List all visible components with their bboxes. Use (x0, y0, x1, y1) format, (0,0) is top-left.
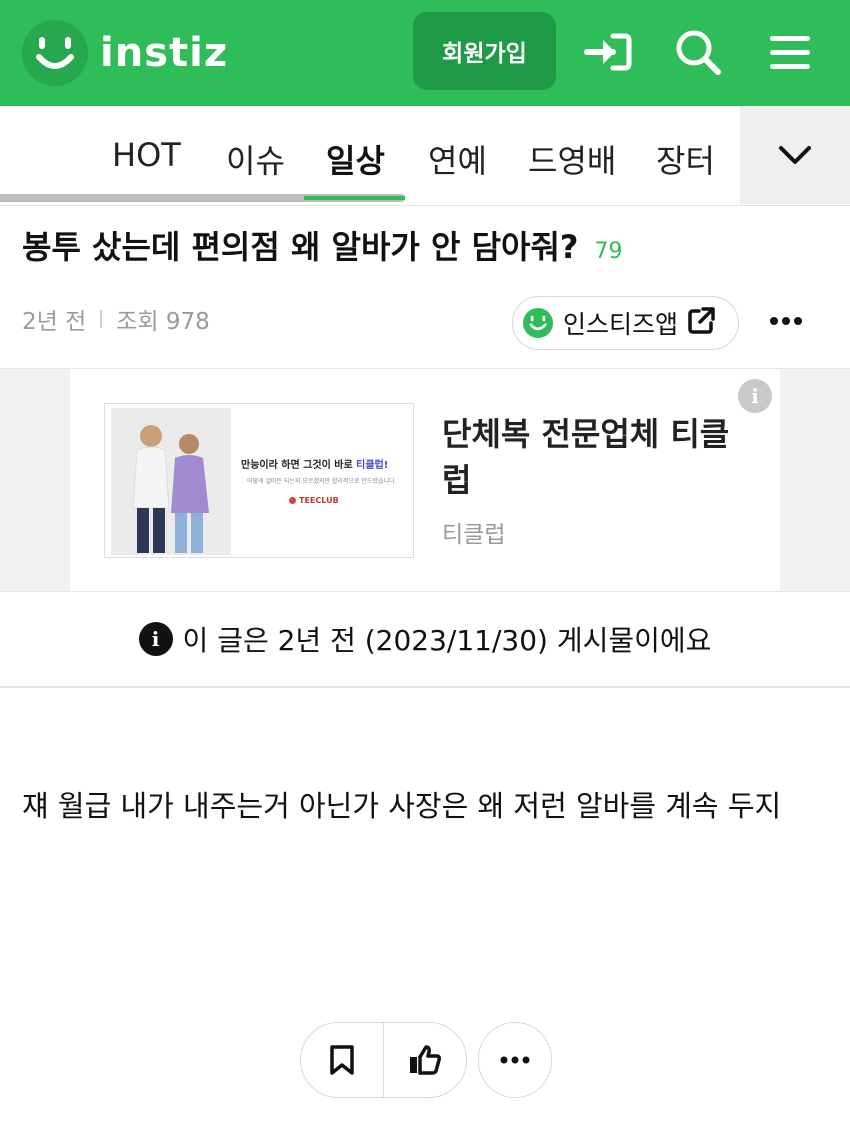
more-actions-button[interactable] (478, 1022, 552, 1098)
ad-section: 만능이라 하면 그것이 바로 티클럽! 어떻게 얼마든 되는지 모르겠지만 합리… (0, 368, 850, 592)
tab-entertainment[interactable]: 연예 (428, 136, 487, 182)
instiz-mini-logo-icon (523, 308, 553, 338)
post-action-group (300, 1022, 467, 1098)
top-header: instiz 회원가입 (0, 0, 850, 106)
like-button[interactable] (384, 1023, 466, 1097)
smile-logo-icon (22, 20, 88, 86)
info-icon: i (138, 622, 173, 656)
logo-text: instiz (100, 30, 229, 76)
tab-drama-movie[interactable]: 드영배 (528, 136, 616, 182)
ad-banner-image[interactable]: 만능이라 하면 그것이 바로 티클럽! 어떻게 얼마든 되는지 모르겠지만 합리… (104, 403, 414, 558)
search-icon[interactable] (668, 24, 728, 80)
ad-banner-headline: 만능이라 하면 그것이 바로 티클럽! (241, 460, 389, 471)
open-app-label: 인스티즈앱 (563, 310, 679, 339)
post-more-options-icon[interactable] (766, 306, 806, 336)
ad-banner-brand: TEECLUB (289, 496, 339, 505)
post-meta: 2년 전 조회 978 (22, 302, 210, 336)
meta-divider (100, 310, 103, 328)
tab-daily[interactable]: 일상 (326, 136, 385, 182)
ad-card[interactable]: 만능이라 하면 그것이 바로 티클럽! 어떻게 얼마든 되는지 모르겠지만 합리… (70, 369, 780, 591)
post-body: 쟤 월급 내가 내주는거 아닌가 사장은 왜 저런 알바를 계속 두지 (22, 789, 782, 823)
category-tabs: HOT 이슈 일상 연예 드영배 장터 (0, 106, 850, 206)
thumbs-up-icon (410, 1045, 441, 1075)
ad-banner-subtext: 어떻게 얼마든 되는지 모르겠지만 합리적으로 만드렸습니다. (247, 478, 397, 485)
more-dots-icon (500, 1056, 530, 1064)
old-post-notice: i 이 글은 2년 전 (2023/11/30) 게시물이에요 (0, 592, 850, 688)
instiz-logo[interactable]: instiz (22, 20, 228, 86)
bookmark-button[interactable] (301, 1023, 383, 1097)
chevron-down-icon (779, 146, 811, 164)
post-title: 봉투 샀는데 편의점 왜 알바가 안 담아줘? (22, 228, 579, 266)
ad-advertiser: 티클럽 (442, 522, 506, 548)
login-icon[interactable] (578, 24, 638, 80)
open-app-button[interactable]: 인스티즈앱 (512, 296, 739, 350)
external-link-icon (686, 306, 716, 340)
notice-text: 이 글은 2년 전 (2023/11/30) 게시물이에요 (182, 624, 712, 657)
comment-count[interactable]: 79 (594, 239, 622, 264)
ad-models-photo (111, 408, 231, 555)
tab-market[interactable]: 장터 (656, 136, 715, 182)
active-tab-underline (304, 196, 405, 200)
signup-button[interactable]: 회원가입 (413, 12, 556, 90)
ad-title[interactable]: 단체복 전문업체 티클럽 (442, 411, 732, 503)
post-views: 조회 978 (116, 309, 210, 335)
tabs-more-button[interactable] (740, 106, 850, 204)
tab-hot[interactable]: HOT (112, 136, 181, 174)
bookmark-icon (330, 1045, 354, 1075)
tab-issue[interactable]: 이슈 (226, 136, 285, 182)
menu-icon[interactable] (760, 24, 820, 80)
post-title-row: 봉투 샀는데 편의점 왜 알바가 안 담아줘? 79 (22, 222, 622, 268)
post-time: 2년 전 (22, 309, 87, 335)
ad-info-icon[interactable]: i (738, 379, 772, 413)
